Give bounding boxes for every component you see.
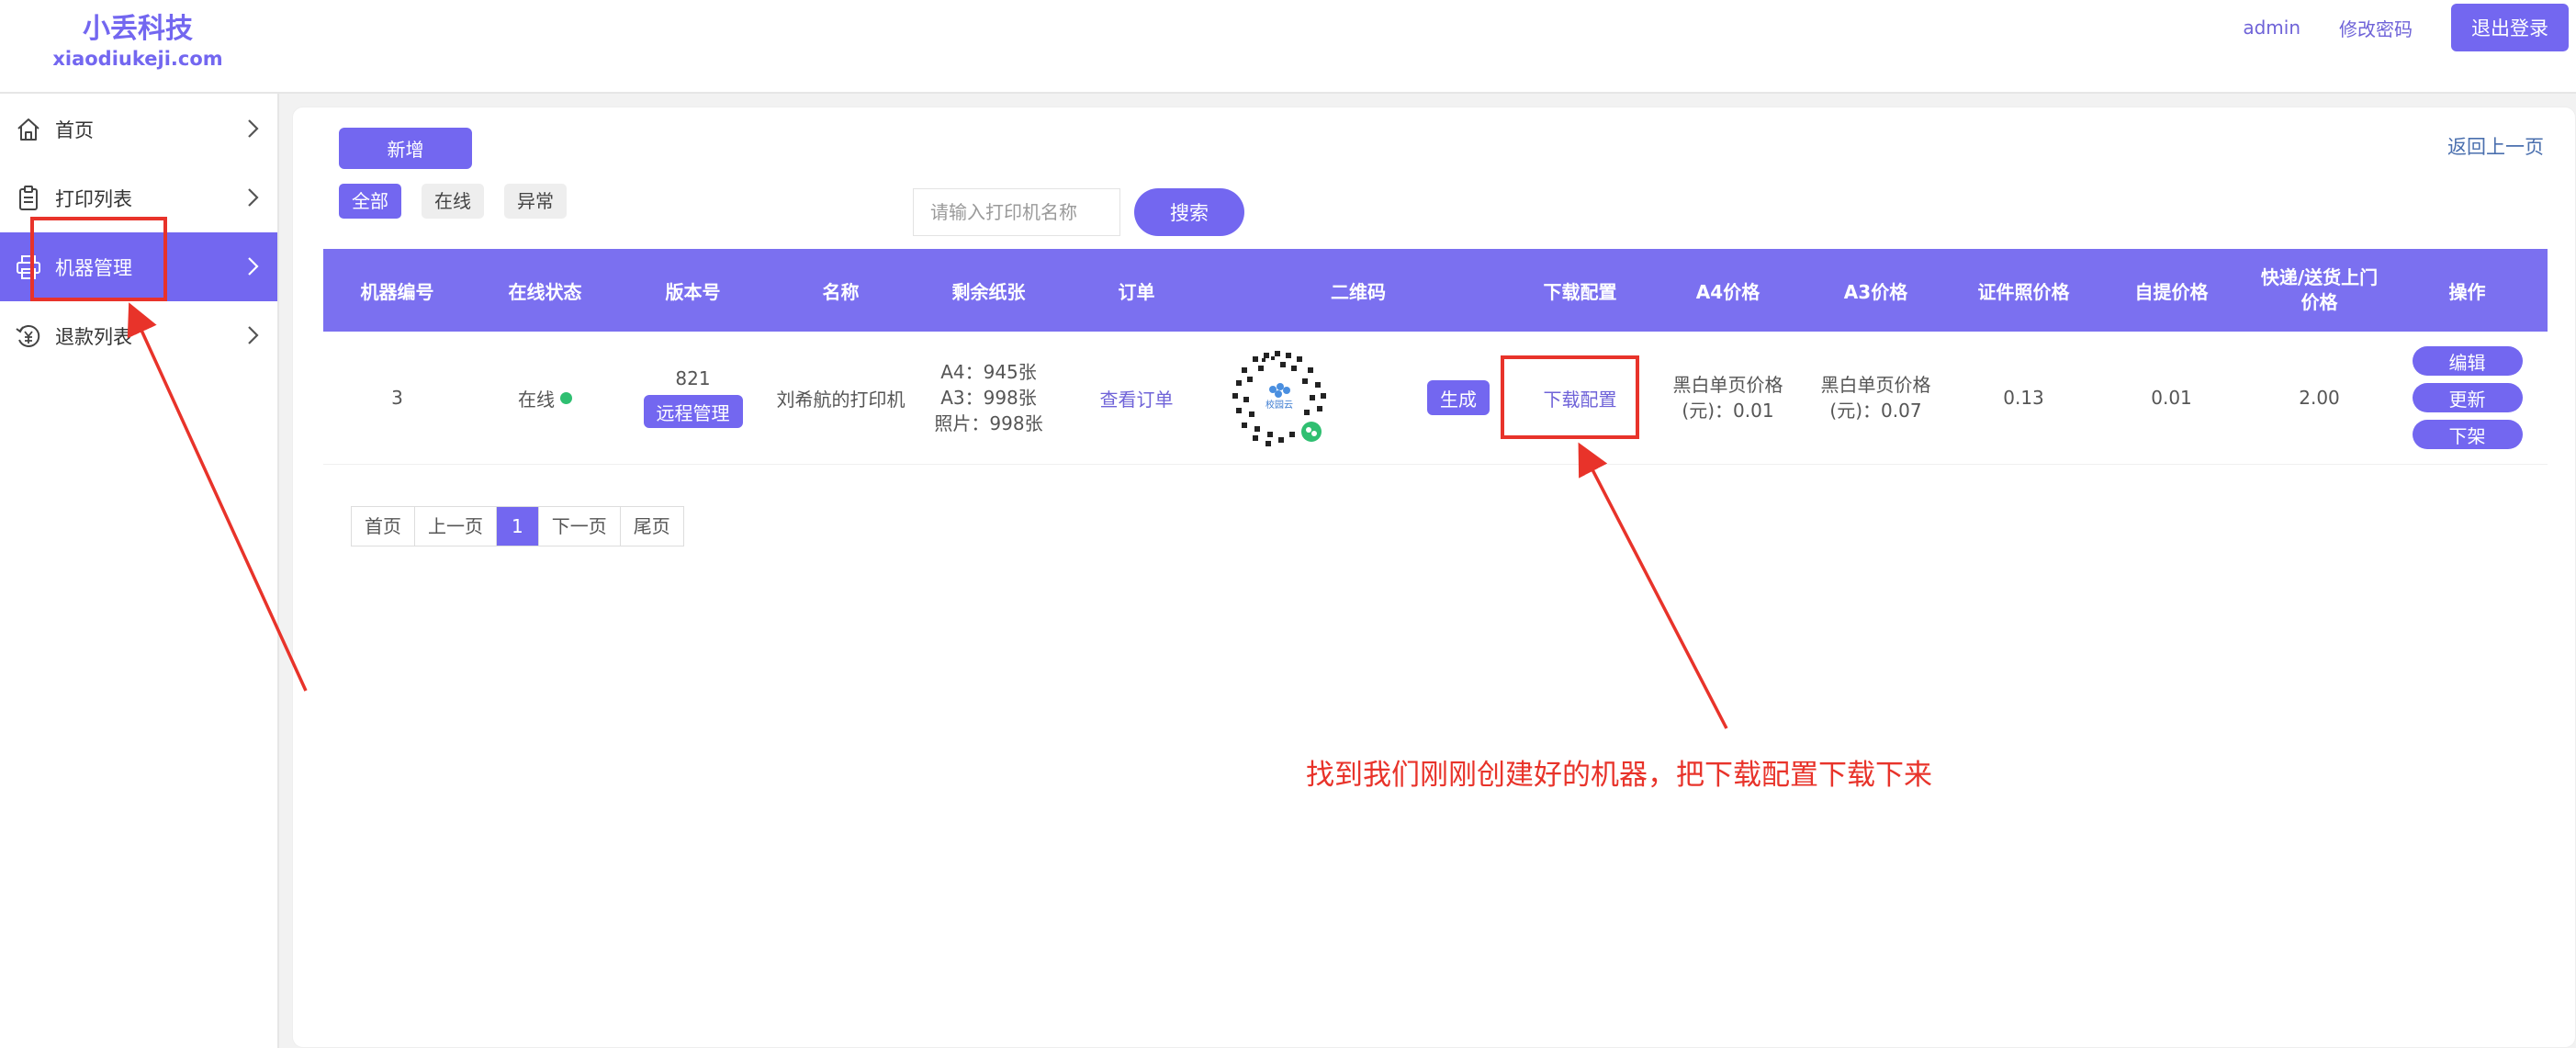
a4-price-label: 黑白单页价格 xyxy=(1672,374,1783,396)
sidebar-item-label: 打印列表 xyxy=(55,187,132,210)
table-row: 3 在线 821 远程管理 刘希航的打印机 A4：945张 A3：998张 照片… xyxy=(323,332,2548,465)
sidebar-item-label: 首页 xyxy=(55,118,94,141)
a3-price-cell: 黑白单页价格 (元)：0.07 xyxy=(1802,372,1950,423)
logout-button[interactable]: 退出登录 xyxy=(2451,4,2569,51)
a3-price-label: 黑白单页价格 xyxy=(1820,374,1931,396)
qr-center-label: 校园云 xyxy=(1266,399,1293,411)
sidebar-item-home[interactable]: 首页 xyxy=(0,95,277,163)
paper-photo: 照片：998张 xyxy=(934,412,1043,434)
sidebar-item-print-list[interactable]: 打印列表 xyxy=(0,163,277,232)
pickup-price: 0.01 xyxy=(2151,387,2192,409)
col-header-ops: 操作 xyxy=(2448,280,2486,303)
printer-icon xyxy=(13,252,44,283)
remote-management-button[interactable]: 远程管理 xyxy=(643,395,743,428)
col-header-qr: 二维码 xyxy=(1331,280,1386,303)
download-config-cell: 下载配置 xyxy=(1506,385,1654,411)
brand-name: 小丢科技 xyxy=(83,13,193,45)
a4-price-cell: 黑白单页价格 (元)：0.01 xyxy=(1654,372,1802,423)
pagination: 首页 上一页 1 下一页 尾页 xyxy=(351,506,684,547)
add-machine-button[interactable]: 新增 xyxy=(339,128,472,169)
col-header-version: 版本号 xyxy=(665,280,721,303)
page-first[interactable]: 首页 xyxy=(352,507,415,546)
admin-user-link[interactable]: admin xyxy=(2243,17,2300,39)
col-header-a4: A4价格 xyxy=(1695,280,1760,303)
qr-cell: 校园云 生成 xyxy=(1210,344,1506,452)
take-offline-button[interactable]: 下架 xyxy=(2412,420,2523,449)
edit-button[interactable]: 编辑 xyxy=(2412,346,2523,376)
col-header-paper: 剩余纸张 xyxy=(951,280,1026,303)
printer-name-search-input[interactable] xyxy=(913,188,1120,236)
change-password-link[interactable]: 修改密码 xyxy=(2339,15,2413,41)
page-prev[interactable]: 上一页 xyxy=(415,507,497,546)
top-links: admin 修改密码 退出登录 xyxy=(2243,4,2569,51)
filter-all[interactable]: 全部 xyxy=(339,184,401,219)
page-last[interactable]: 尾页 xyxy=(621,507,683,546)
col-header-photo: 证件照价格 xyxy=(1977,280,2070,303)
annotation-note: 找到我们刚刚创建好的机器，把下载配置下载下来 xyxy=(1306,759,1932,792)
paper-a3: A3：998张 xyxy=(940,387,1037,409)
filter-online[interactable]: 在线 xyxy=(422,184,484,219)
photo-price: 0.13 xyxy=(2003,387,2044,409)
delivery-price: 2.00 xyxy=(2299,387,2340,409)
a4-price-value: (元)：0.01 xyxy=(1682,400,1774,422)
col-header-orders: 订单 xyxy=(1118,280,1155,303)
back-link[interactable]: 返回上一页 xyxy=(2447,132,2544,160)
top-header: 小丢科技 xiaodiukeji.com admin 修改密码 退出登录 xyxy=(0,0,2576,94)
orders-cell: 查看订单 xyxy=(1063,385,1210,411)
sidebar: 首页 打印列表 机器管理 退款列表 xyxy=(0,94,279,1048)
brand-logo: 小丢科技 xiaodiukeji.com xyxy=(0,0,276,70)
chevron-right-icon xyxy=(248,119,259,138)
col-header-status: 在线状态 xyxy=(508,280,582,303)
col-header-id: 机器编号 xyxy=(360,280,434,303)
chevron-right-icon xyxy=(248,326,259,344)
search-button[interactable]: 搜索 xyxy=(1134,188,1244,236)
mini-program-qr-code-icon: 校园云 xyxy=(1227,345,1332,450)
machine-id: 3 xyxy=(391,387,403,409)
chevron-right-icon xyxy=(248,188,259,207)
brand-domain: xiaodiukeji.com xyxy=(52,48,223,70)
content-panel xyxy=(292,107,2576,1048)
sidebar-item-label: 退款列表 xyxy=(55,325,132,348)
page-next[interactable]: 下一页 xyxy=(539,507,621,546)
a3-price-value: (元)：0.07 xyxy=(1829,400,1922,422)
chevron-right-icon xyxy=(248,257,259,276)
update-button[interactable]: 更新 xyxy=(2412,383,2523,412)
col-header-delivery: 快递/送货上门价格 xyxy=(2245,265,2393,315)
col-header-download: 下载配置 xyxy=(1543,280,1617,303)
col-header-pickup: 自提价格 xyxy=(2134,280,2209,303)
download-config-link[interactable]: 下载配置 xyxy=(1544,389,1617,411)
sidebar-item-label: 机器管理 xyxy=(55,256,132,279)
col-header-a3: A3价格 xyxy=(1843,280,1908,303)
paper-remaining-cell: A4：945张 A3：998张 照片：998张 xyxy=(915,359,1063,436)
sidebar-item-machine-management[interactable]: 机器管理 xyxy=(0,232,277,301)
main-area xyxy=(279,94,2576,1048)
operations-cell: 编辑 更新 下架 xyxy=(2393,343,2541,453)
col-header-delivery-text: 快递/送货上门价格 xyxy=(2260,266,2379,313)
col-header-name: 名称 xyxy=(822,280,860,303)
machine-table: 机器编号 在线状态 版本号 名称 剩余纸张 订单 二维码 下载配置 A4价格 A… xyxy=(323,249,2548,465)
refund-icon xyxy=(13,321,44,352)
online-status-cell: 在线 xyxy=(471,385,619,411)
sidebar-item-refund-list[interactable]: 退款列表 xyxy=(0,301,277,370)
clipboard-icon xyxy=(13,183,44,214)
filter-abnormal[interactable]: 异常 xyxy=(504,184,567,219)
version-number: 821 xyxy=(675,367,711,389)
generate-qr-button[interactable]: 生成 xyxy=(1427,380,1490,415)
view-orders-link[interactable]: 查看订单 xyxy=(1100,389,1174,411)
online-status-text: 在线 xyxy=(518,388,555,411)
online-dot-icon xyxy=(560,391,572,404)
page-current[interactable]: 1 xyxy=(497,507,539,546)
printer-name: 刘希航的打印机 xyxy=(776,388,906,411)
table-header: 机器编号 在线状态 版本号 名称 剩余纸张 订单 二维码 下载配置 A4价格 A… xyxy=(323,249,2548,332)
paper-a4: A4：945张 xyxy=(940,361,1037,383)
version-cell: 821 远程管理 xyxy=(619,367,767,428)
home-icon xyxy=(13,114,44,145)
status-filters: 全部 在线 异常 xyxy=(339,184,587,219)
